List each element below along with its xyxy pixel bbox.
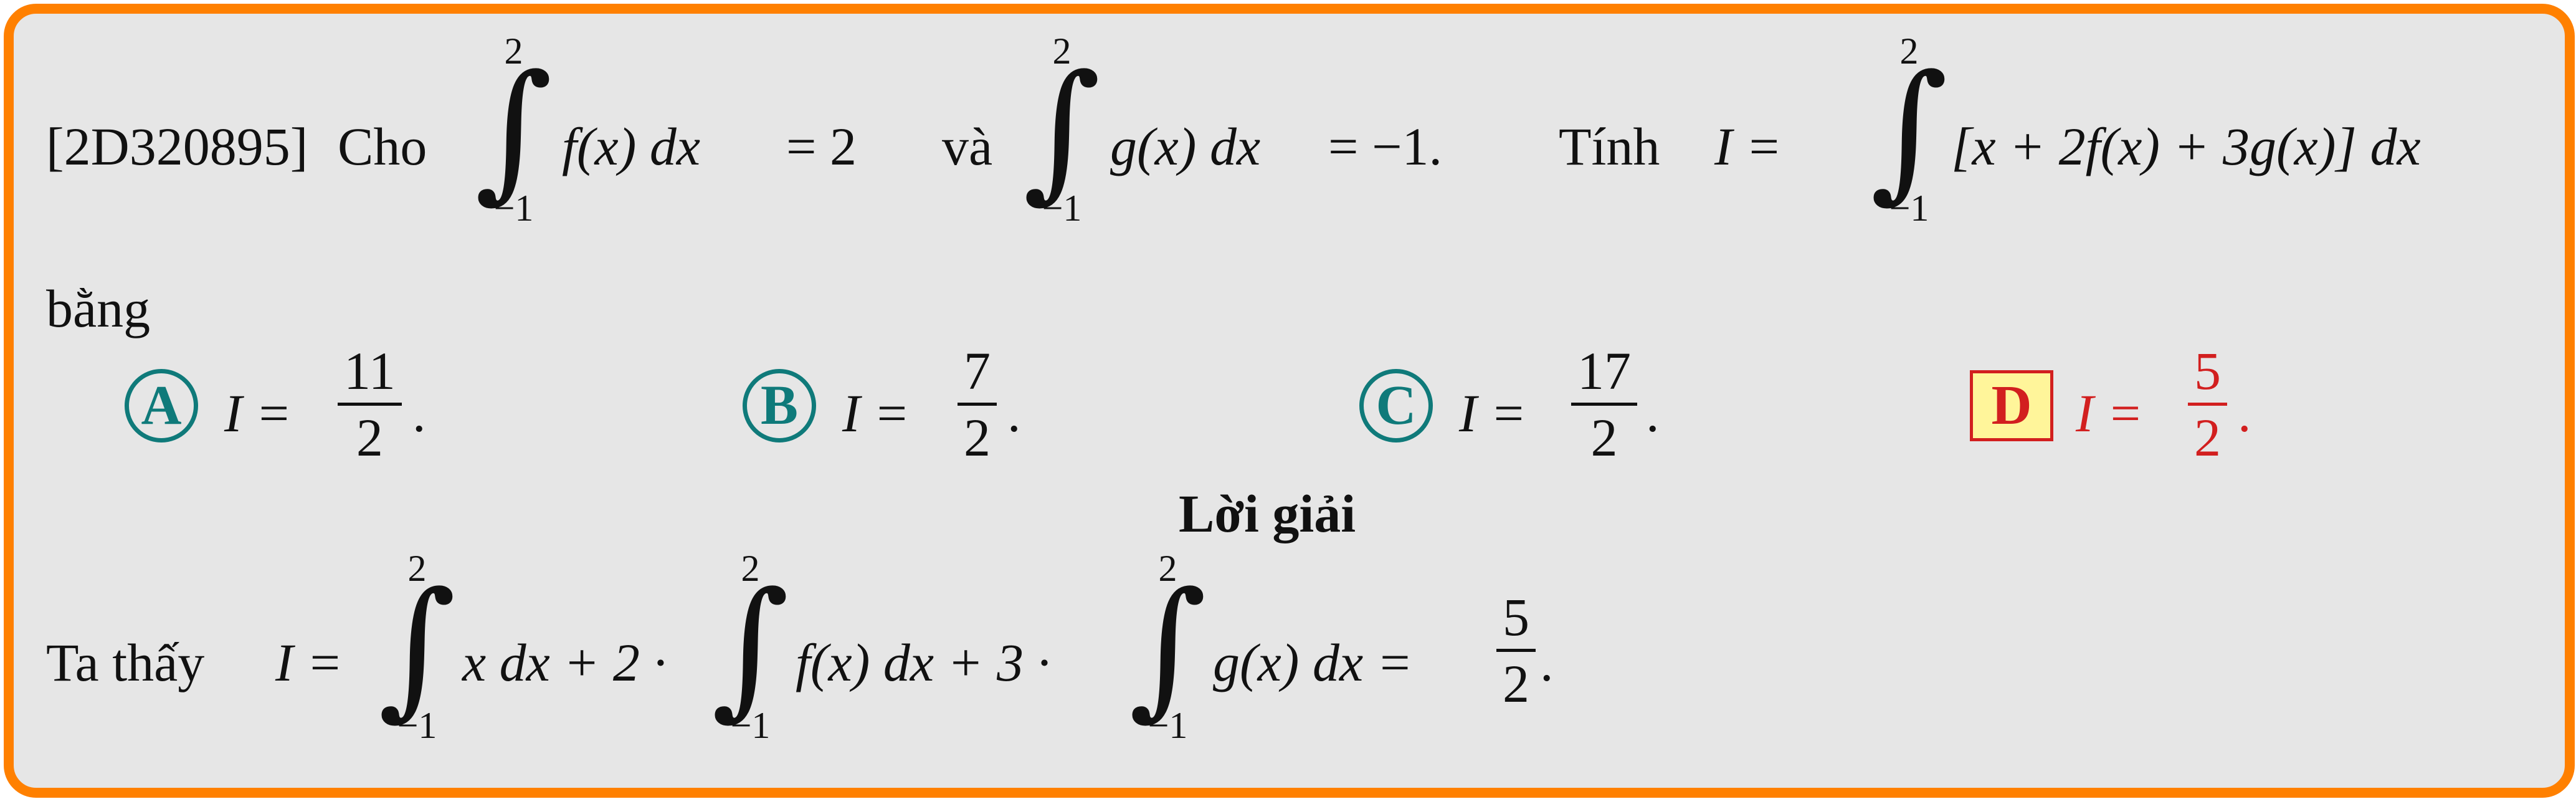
- question-card: [2D320895] Cho 2 ∫ −1 f(x) dx = 2 và 2 ∫…: [4, 4, 2575, 798]
- fraction-bar: [2188, 403, 2227, 406]
- option-b-lhs: I =: [842, 383, 910, 443]
- option-c-fraction: 17 2: [1571, 344, 1637, 464]
- option-a-tail: .: [412, 383, 426, 443]
- solution-integral-1-expr: x dx + 2 ·: [462, 633, 667, 692]
- option-c-den: 2: [1590, 408, 1618, 467]
- solution-integral-1: 2 ∫ −1: [378, 550, 456, 744]
- solution-result-fraction: 5 2: [1496, 590, 1536, 710]
- integral-3-expr: [x + 2f(x) + 3g(x)] dx: [1951, 117, 2421, 176]
- question-text-bang: bằng: [46, 279, 151, 338]
- integral-sign-icon: ∫: [378, 560, 457, 734]
- fraction-bar: [1496, 649, 1536, 652]
- option-c-lhs: I =: [1459, 383, 1527, 443]
- integral-2-rhs: = −1.: [1328, 117, 1443, 176]
- integral-sign-icon: ∫: [1023, 42, 1101, 217]
- solution-lhs: I =: [275, 633, 343, 692]
- integral-2: 2 ∫ −1: [1023, 32, 1101, 227]
- integral-1-rhs: = 2: [786, 117, 857, 176]
- option-d-fraction: 5 2: [2188, 344, 2227, 464]
- question-text-va: và: [942, 117, 993, 176]
- integral-1: 2 ∫ −1: [475, 32, 553, 227]
- option-a-badge[interactable]: A: [125, 369, 198, 443]
- integral-2-expr: g(x) dx: [1110, 117, 1261, 176]
- solution-integral-3: 2 ∫ −1: [1129, 550, 1207, 744]
- option-a-fraction: 11 2: [338, 344, 402, 464]
- integral-3: 2 ∫ −1: [1870, 32, 1948, 227]
- option-b-num: 7: [964, 341, 991, 401]
- solution-integral-3-expr: g(x) dx =: [1213, 633, 1413, 692]
- solution-title: Lời giải: [1179, 484, 1356, 543]
- option-c-num: 17: [1577, 341, 1631, 401]
- option-d-tail: .: [2238, 383, 2251, 443]
- option-b-badge[interactable]: B: [743, 369, 816, 443]
- solution-result-num: 5: [1503, 587, 1529, 647]
- integral-sign-icon: ∫: [1129, 560, 1207, 734]
- option-d-lhs: I =: [2076, 383, 2144, 443]
- question-text-cho: Cho: [338, 117, 427, 176]
- integral-sign-icon: ∫: [1870, 42, 1949, 217]
- integral-3-lhs: I =: [1714, 117, 1782, 176]
- fraction-bar: [1571, 403, 1637, 406]
- option-d-den: 2: [2194, 408, 2221, 467]
- solution-result-den: 2: [1503, 654, 1529, 714]
- option-b-tail: .: [1007, 383, 1021, 443]
- question-code: [2D320895]: [46, 117, 308, 176]
- solution-prefix: Ta thấy: [46, 633, 205, 692]
- solution-integral-2-expr: f(x) dx + 3 ·: [796, 633, 1051, 692]
- integral-sign-icon: ∫: [475, 42, 553, 217]
- solution-integral-2: 2 ∫ −1: [711, 550, 789, 744]
- option-c-badge[interactable]: C: [1359, 369, 1433, 443]
- fraction-bar: [338, 403, 402, 406]
- option-d-badge[interactable]: D: [1970, 370, 2053, 441]
- option-b-fraction: 7 2: [958, 344, 997, 464]
- integral-1-expr: f(x) dx: [562, 117, 701, 176]
- option-a-lhs: I =: [224, 383, 292, 443]
- solution-result-tail: .: [1540, 633, 1554, 692]
- fraction-bar: [958, 403, 997, 406]
- question-text-tinh: Tính: [1559, 117, 1660, 176]
- option-a-den: 2: [356, 408, 383, 467]
- option-d-num: 5: [2194, 341, 2221, 401]
- integral-sign-icon: ∫: [711, 560, 790, 734]
- option-a-num: 11: [344, 341, 396, 401]
- option-b-den: 2: [964, 408, 991, 467]
- option-c-tail: .: [1646, 383, 1660, 443]
